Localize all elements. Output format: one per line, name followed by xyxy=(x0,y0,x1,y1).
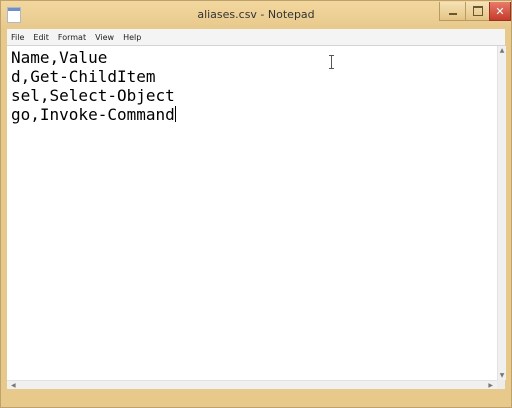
text-line: go,Invoke-Command xyxy=(11,105,175,124)
close-icon: ✕ xyxy=(495,4,505,18)
text-line: Name,Value xyxy=(11,48,108,67)
scroll-up-icon[interactable]: ▲ xyxy=(498,47,506,54)
menu-view[interactable]: View xyxy=(91,33,119,42)
text-content[interactable]: Name,Value d,Get-ChildItem sel,Select-Obje… xyxy=(11,48,487,378)
scroll-down-icon[interactable]: ▼ xyxy=(498,372,506,379)
maximize-icon xyxy=(473,6,483,16)
notepad-window: aliases.csv - Notepad ✕ File Edit Format… xyxy=(0,0,512,408)
vertical-scrollbar[interactable]: ▲ ▼ xyxy=(497,46,506,380)
ibeam-cursor-icon xyxy=(329,55,334,69)
menu-file[interactable]: File xyxy=(7,33,29,42)
maximize-button[interactable] xyxy=(465,2,491,21)
close-button[interactable]: ✕ xyxy=(489,2,511,21)
text-line-with-caret: go,Invoke-Command xyxy=(11,105,487,124)
menu-edit[interactable]: Edit xyxy=(29,33,54,42)
text-editor[interactable]: Name,Value d,Get-ChildItem sel,Select-Obje… xyxy=(7,45,506,391)
text-line: sel,Select-Object xyxy=(11,86,175,105)
window-title: aliases.csv - Notepad xyxy=(197,8,315,21)
menu-format[interactable]: Format xyxy=(54,33,91,42)
text-line: d,Get-ChildItem xyxy=(11,67,156,86)
menu-help[interactable]: Help xyxy=(119,33,146,42)
minimize-icon xyxy=(449,13,457,15)
title-bar[interactable]: aliases.csv - Notepad ✕ xyxy=(1,1,511,29)
window-bottom-border xyxy=(1,389,511,407)
text-caret xyxy=(174,106,176,122)
minimize-button[interactable] xyxy=(439,2,467,21)
menu-bar: File Edit Format View Help xyxy=(7,29,505,45)
